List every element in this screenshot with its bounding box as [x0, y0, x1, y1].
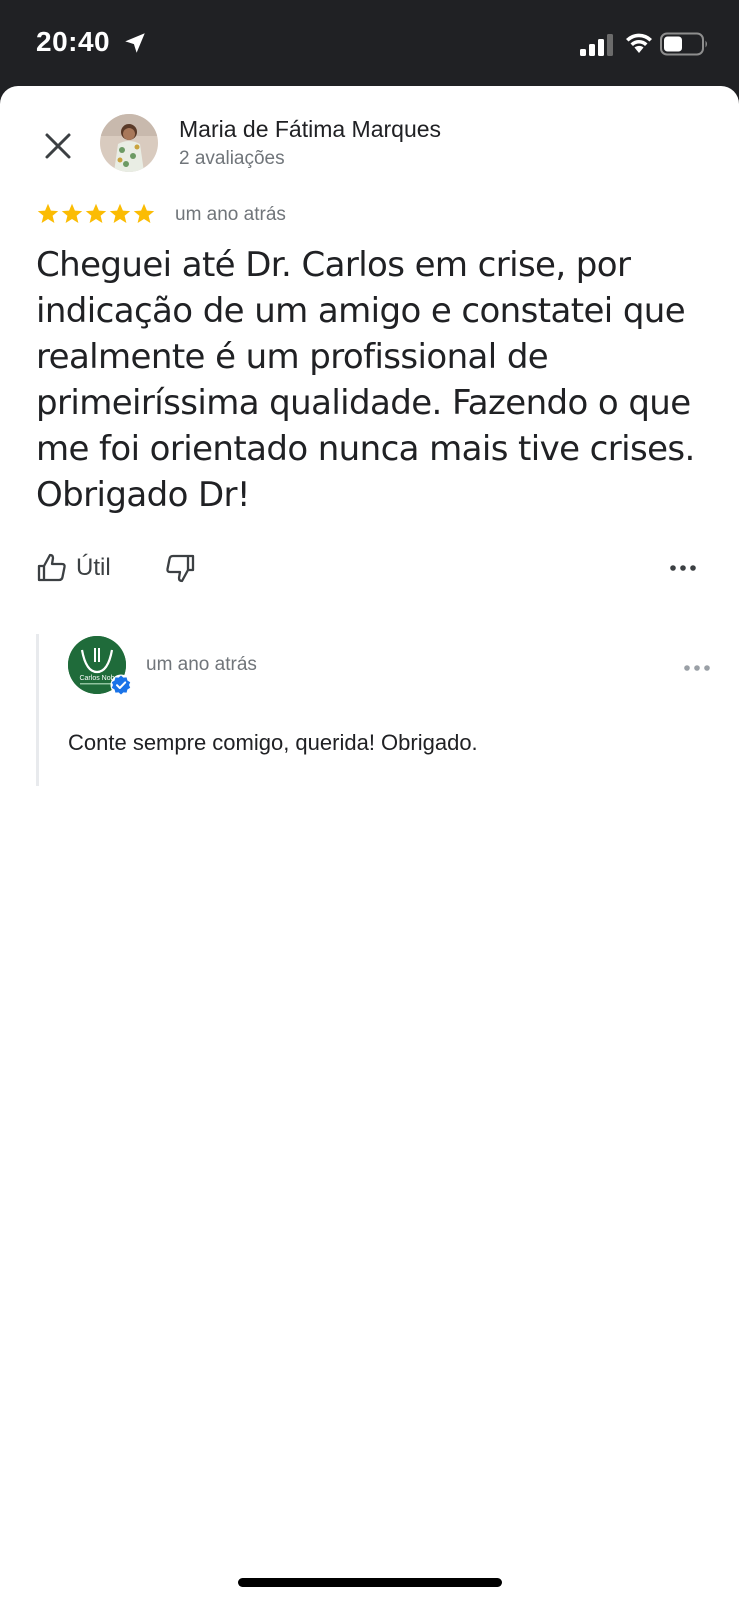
reply-more-button[interactable]: [680, 656, 714, 680]
home-indicator[interactable]: [238, 1578, 502, 1587]
helpful-button[interactable]: Útil: [36, 550, 111, 586]
star-rating: [36, 202, 156, 226]
reviewer-avatar[interactable]: [100, 114, 158, 172]
review-date: um ano atrás: [175, 204, 286, 225]
reviewer-name[interactable]: Maria de Fátima Marques: [179, 116, 441, 143]
thumb-down-icon: [166, 554, 195, 583]
battery-icon: [660, 32, 707, 56]
status-time: 20:40: [36, 26, 111, 57]
reply-indent-bar: [36, 634, 39, 786]
review-sheet: Maria de Fátima Marques 2 avaliações um …: [0, 86, 739, 1600]
owner-reply: Carlos Nob um ano atrás Conte sempre com…: [36, 634, 716, 874]
more-horiz-icon: [670, 565, 696, 571]
close-icon: [45, 133, 71, 159]
wifi-icon: [626, 33, 652, 53]
star-icon: [37, 203, 59, 223]
review-text: Cheguei até Dr. Carlos em crise, por ind…: [36, 245, 695, 515]
review-more-button[interactable]: [666, 556, 700, 580]
location-arrow-icon: [125, 33, 145, 53]
cellular-signal-icon: [580, 34, 613, 56]
reply-text: Conte sempre comigo, querida! Obrigado.: [68, 730, 478, 755]
reply-date: um ano atrás: [146, 654, 257, 675]
status-bar: 20:40: [0, 0, 739, 88]
reviewer-review-count: 2 avaliações: [179, 148, 285, 169]
thumb-up-icon: [37, 553, 66, 582]
star-icon: [61, 203, 83, 223]
star-icon: [133, 203, 155, 223]
close-button[interactable]: [36, 124, 80, 168]
more-horiz-icon: [684, 665, 710, 671]
not-helpful-button[interactable]: [164, 552, 198, 586]
verified-badge-icon: [110, 674, 132, 696]
star-icon: [109, 203, 131, 223]
helpful-label: Útil: [76, 554, 111, 581]
reviewer-photo: [100, 114, 158, 172]
star-icon: [85, 203, 107, 223]
